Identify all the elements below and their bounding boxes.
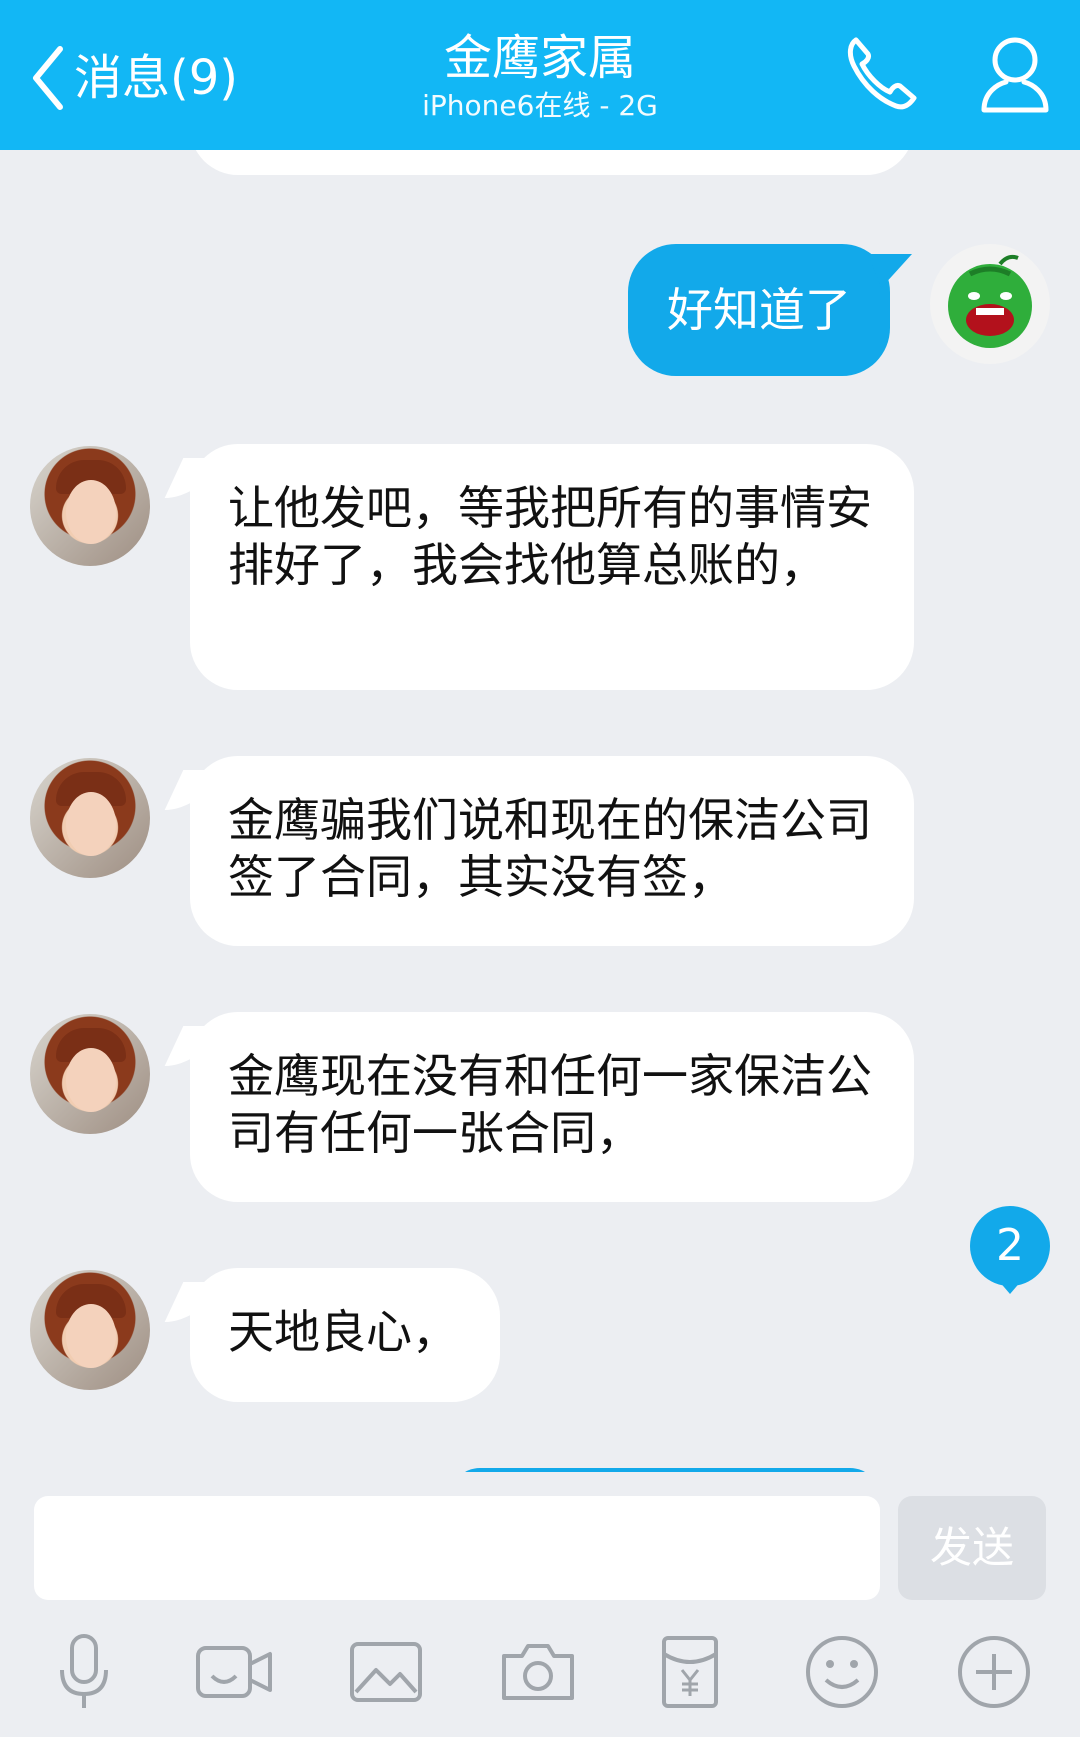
send-button[interactable]: 发送 (898, 1496, 1046, 1600)
plus-icon[interactable] (954, 1632, 1034, 1712)
my-avatar[interactable] (930, 244, 1050, 364)
message-list[interactable]: 好知道了 让他发吧，等我把所有的事情安排好了，我会找他算总账的， 金鹰骗我们说和… (0, 150, 1080, 1472)
contact-avatar[interactable] (30, 446, 150, 566)
contact-avatar[interactable] (30, 1014, 150, 1134)
incoming-message-bubble[interactable]: 金鹰骗我们说和现在的保洁公司签了合同，其实没有签， (190, 756, 914, 946)
camera-icon[interactable] (498, 1632, 578, 1712)
online-status: iPhone6在线 - 2G (422, 89, 658, 122)
back-button[interactable]: 消息(9) (28, 38, 238, 118)
phone-icon[interactable] (842, 32, 918, 112)
watermelon-avatar-icon (948, 254, 1032, 348)
contact-avatar[interactable] (30, 758, 150, 878)
input-bar: 发送 (0, 1472, 1080, 1737)
chevron-left-icon (33, 46, 63, 110)
chat-title-block[interactable]: 金鹰家属 iPhone6在线 - 2G (340, 28, 740, 124)
message-input[interactable] (34, 1496, 880, 1600)
contact-avatar[interactable] (30, 1270, 150, 1390)
red-packet-icon[interactable] (650, 1632, 730, 1712)
video-icon[interactable] (194, 1632, 274, 1712)
contact-icon[interactable] (978, 32, 1052, 114)
emoji-icon[interactable] (802, 1632, 882, 1712)
incoming-message-bubble[interactable]: 天地良心， (190, 1268, 500, 1402)
chat-header: 消息(9) 金鹰家属 iPhone6在线 - 2G (0, 0, 1080, 150)
back-label: 消息(9) (74, 50, 238, 106)
incoming-message-bubble[interactable]: 让他发吧，等我把所有的事情安排好了，我会找他算总账的， (190, 444, 914, 690)
microphone-icon[interactable] (44, 1632, 124, 1712)
outgoing-message-bubble[interactable]: 好知道了 (628, 244, 890, 376)
previous-message-bubble (190, 150, 914, 175)
incoming-message-bubble[interactable]: 金鹰现在没有和任何一家保洁公司有任何一张合同， (190, 1012, 914, 1202)
unread-count-badge[interactable]: 2 (970, 1206, 1050, 1294)
image-icon[interactable] (346, 1632, 426, 1712)
chat-title: 金鹰家属 (443, 30, 636, 86)
